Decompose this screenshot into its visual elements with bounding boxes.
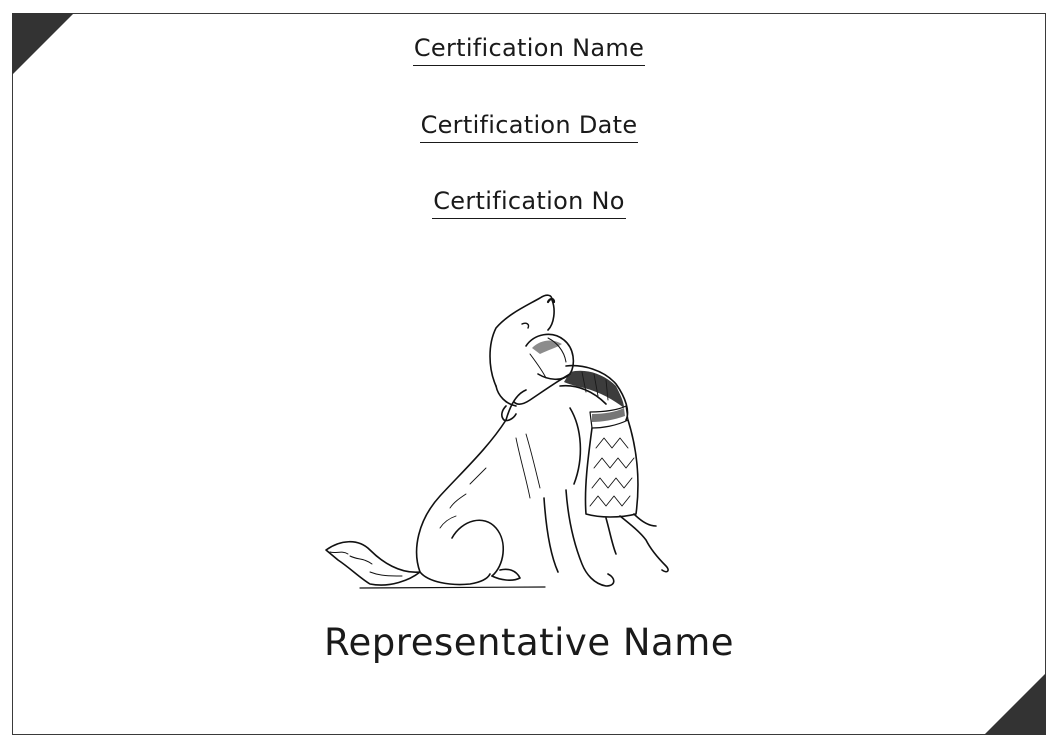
certification-name-text: Certification Name bbox=[412, 33, 646, 66]
certification-date-field: Certification Date bbox=[0, 110, 1058, 143]
corner-ornament-bottom-right bbox=[984, 673, 1046, 735]
girl-hugging-dog-illustration bbox=[325, 294, 669, 589]
certification-no-field: Certification No bbox=[0, 186, 1058, 219]
certification-name-field: Certification Name bbox=[0, 33, 1058, 66]
certification-date-text: Certification Date bbox=[419, 110, 639, 143]
certification-no-text: Certification No bbox=[432, 186, 626, 219]
representative-name: Representative Name bbox=[324, 621, 734, 664]
